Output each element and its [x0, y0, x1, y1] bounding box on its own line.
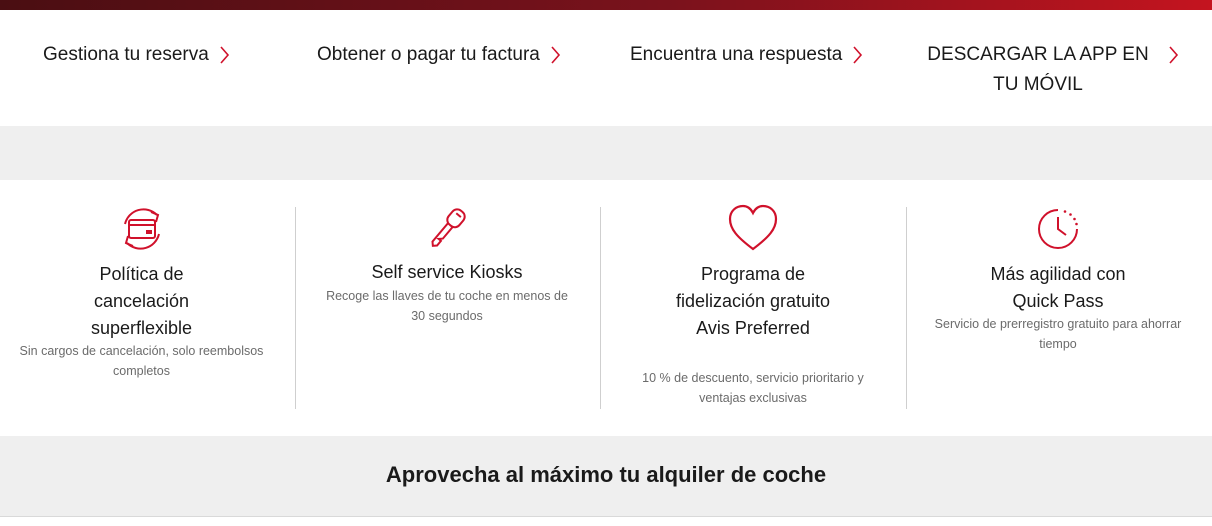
- manage-booking-label: Gestiona tu reserva: [43, 44, 209, 65]
- feature-title: Programa de fidelización gratuito Avis P…: [675, 264, 831, 338]
- manage-booking-link[interactable]: Gestiona tu reserva: [43, 40, 239, 70]
- chevron-right-icon: [850, 40, 872, 70]
- chevron-right-icon: [548, 40, 570, 70]
- invoice-link[interactable]: Obtener o pagar tu factura: [317, 40, 570, 70]
- divider: [906, 207, 907, 409]
- feature-title: Política de cancelación superflexible: [90, 264, 193, 338]
- brand-top-bar: [0, 0, 1212, 10]
- feature-title: Más agilidad con Quick Pass: [990, 264, 1126, 311]
- refund-card-icon: [0, 204, 283, 254]
- feature-description: Servicio de prerregistro gratuito para a…: [934, 317, 1182, 351]
- feature-loyalty: Programa de fidelización gratuito Avis P…: [613, 180, 893, 436]
- clock-icon: [918, 204, 1198, 254]
- section-heading: Aprovecha al máximo tu alquiler de coche: [385, 462, 827, 487]
- find-answer-link[interactable]: Encuentra una respuesta: [630, 40, 872, 70]
- quick-links-bar: Gestiona tu reserva Obtener o pagar tu f…: [0, 10, 1212, 126]
- chevron-right-icon: [1166, 40, 1188, 70]
- spacer-band: [0, 126, 1212, 180]
- feature-description: 10 % de descuento, servicio prioritario …: [642, 371, 864, 405]
- download-app-label: DESCARGAR LA APP EN TU MÓVIL: [927, 44, 1149, 95]
- download-app-link[interactable]: DESCARGAR LA APP EN TU MÓVIL: [918, 40, 1198, 100]
- feature-quick-pass: Más agilidad con Quick Pass Servicio de …: [918, 180, 1198, 436]
- feature-kiosks: Self service Kiosks Recoge las llaves de…: [308, 180, 586, 436]
- invoice-label: Obtener o pagar tu factura: [317, 44, 540, 65]
- divider: [600, 207, 601, 409]
- feature-title: Self service Kiosks: [371, 262, 523, 282]
- heart-icon: [613, 204, 893, 254]
- divider: [295, 207, 296, 409]
- feature-cancellation: Política de cancelación superflexible Si…: [0, 180, 283, 436]
- find-answer-label: Encuentra una respuesta: [630, 44, 843, 65]
- chevron-right-icon: [217, 40, 239, 70]
- features-section: Política de cancelación superflexible Si…: [0, 180, 1212, 436]
- key-icon: [308, 204, 586, 254]
- rental-tips-banner: Aprovecha al máximo tu alquiler de coche: [0, 436, 1212, 516]
- feature-description: Recoge las llaves de tu coche en menos d…: [326, 289, 568, 323]
- feature-description: Sin cargos de cancelación, solo reembols…: [19, 344, 264, 378]
